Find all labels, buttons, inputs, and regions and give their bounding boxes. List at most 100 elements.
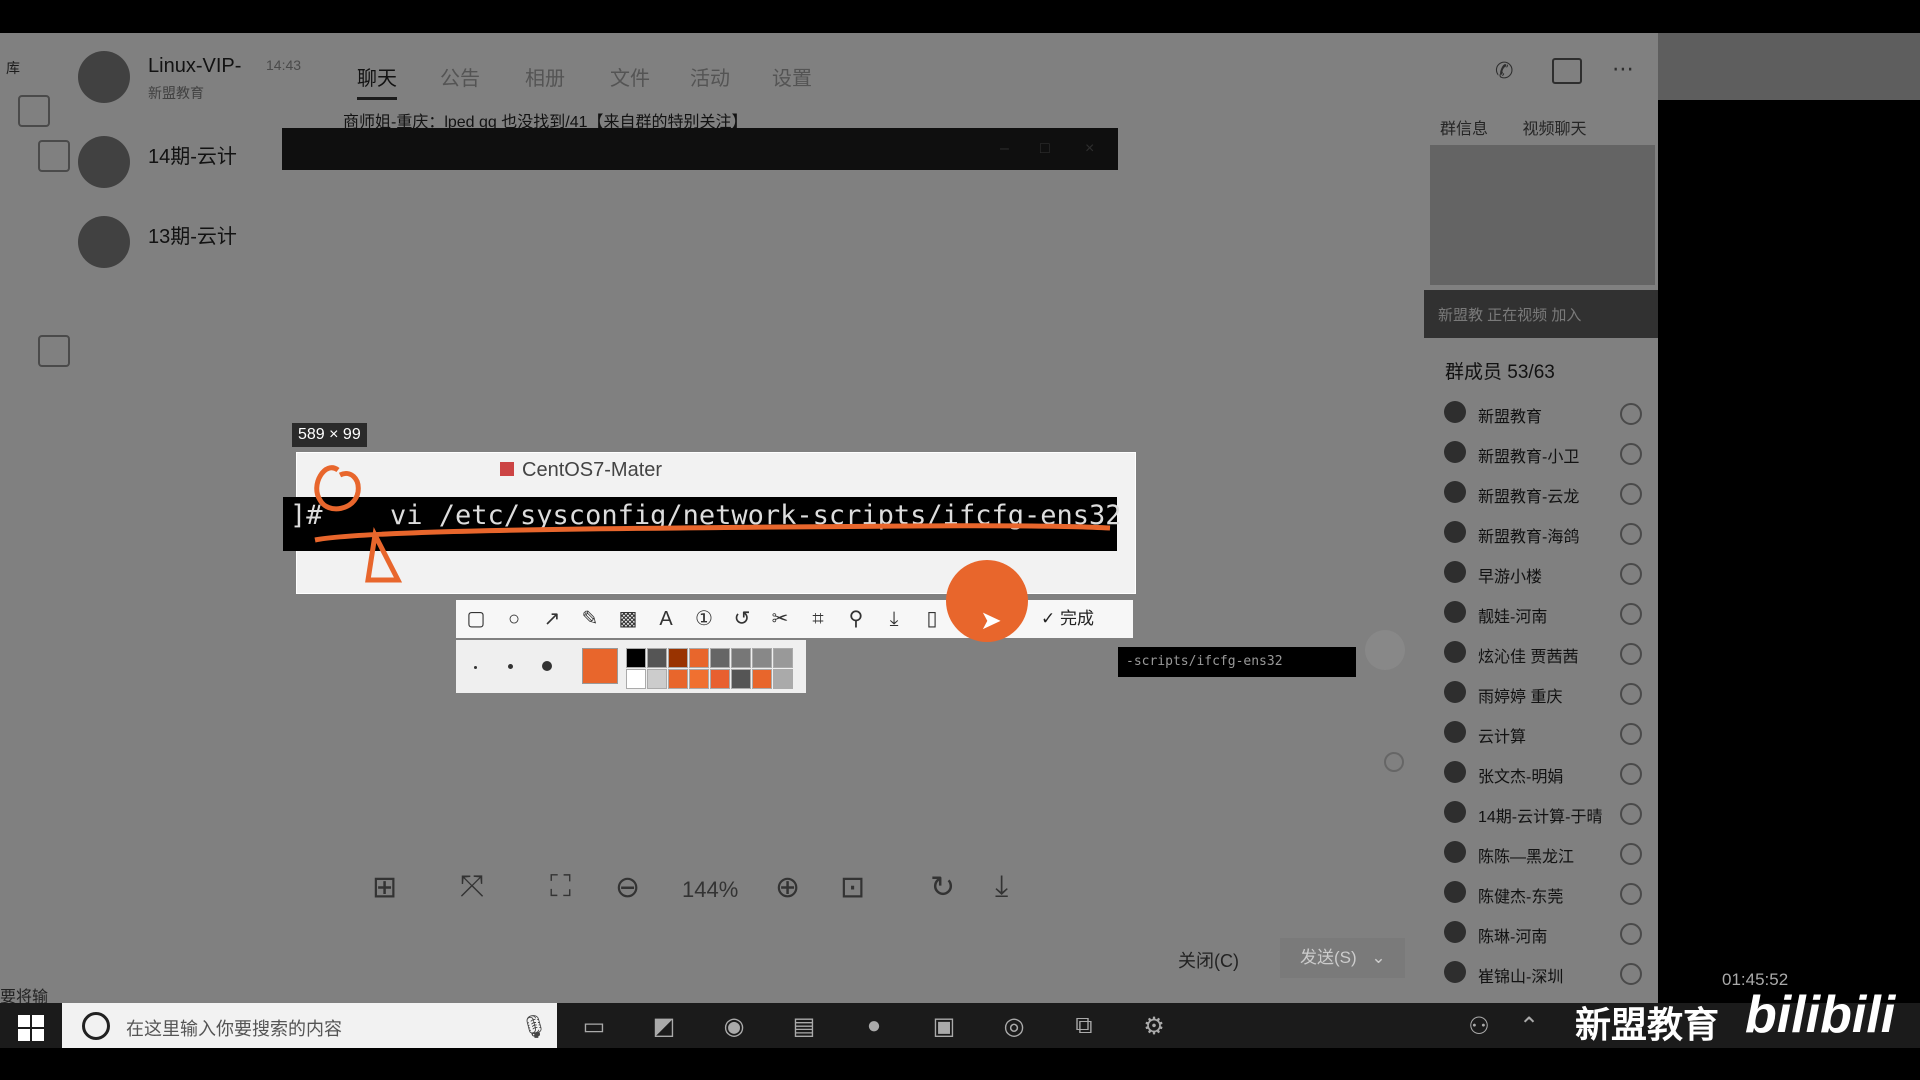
close-button[interactable]: 关闭(C) [1178,947,1239,973]
member-item[interactable]: 新盟教育 [1440,395,1650,433]
color-swatch[interactable] [773,648,793,668]
conversation-item[interactable]: Linux-VIP- 新盟教育 14:43 [70,45,301,115]
microphone-icon[interactable]: 🎙 [520,1014,548,1040]
close-icon[interactable]: × [1085,140,1101,157]
save-icon[interactable]: ⤓ [995,870,1008,904]
brush-size-large[interactable] [542,661,552,671]
fit-window-icon[interactable]: ⤧ [460,870,484,904]
member-item[interactable]: 炫沁佳 贾茜茜 [1440,635,1650,673]
member-status-icon [1620,723,1642,745]
conversation-item[interactable]: 13期-云计 [70,210,280,280]
pen-tool-icon[interactable]: ✎ [576,605,604,633]
member-item[interactable]: 陈陈—黑龙江 [1440,835,1650,873]
member-item[interactable]: 14期-云计算-于晴 [1440,795,1650,833]
member-item[interactable]: 靓娃-河南 [1440,595,1650,633]
tab-activity[interactable]: 活动 [690,62,730,91]
color-swatch[interactable] [626,669,646,689]
member-item[interactable]: 新盟教育-小卫 [1440,435,1650,473]
add-member-icon[interactable] [1552,58,1582,84]
vmware-icon[interactable]: ⧉ [1070,1012,1098,1040]
conversation-item[interactable]: 14期-云计 [70,130,280,200]
rectangle-tool-icon[interactable]: ▢ [462,605,490,633]
arrow-tool-icon[interactable]: ↗ [538,605,566,633]
current-color-swatch[interactable] [582,648,618,684]
member-status-icon [1620,603,1642,625]
actual-size-icon[interactable]: ⊡ [840,870,865,905]
send-button[interactable]: 发送(S) ⌄ [1280,938,1405,978]
tab-settings[interactable]: 设置 [772,62,812,91]
member-item[interactable]: 崔锦山-深圳 [1440,955,1650,993]
video-app-icon[interactable]: ▣ [930,1012,958,1040]
tab-album[interactable]: 相册 [525,62,565,91]
member-name: 新盟教育-小卫 [1478,449,1580,466]
qq-icon[interactable]: ● [860,1012,888,1040]
color-swatch[interactable] [710,669,730,689]
color-swatch[interactable] [668,669,688,689]
brush-size-small[interactable] [474,666,477,669]
thumbnail-grid-icon[interactable]: ⊞ [372,870,397,905]
color-swatch[interactable] [668,648,688,668]
number-tool-icon[interactable]: ① [690,605,718,633]
color-swatch[interactable] [752,648,772,668]
member-item[interactable]: 新盟教育-云龙 [1440,475,1650,513]
more-icon[interactable]: ⋯ [1612,56,1634,82]
color-swatch[interactable] [689,648,709,668]
color-swatch[interactable] [773,669,793,689]
ellipse-tool-icon[interactable]: ○ [500,605,528,633]
member-item[interactable]: 云计算 [1440,715,1650,753]
bilibili-watermark: bilibili [1745,986,1896,1044]
minimize-icon[interactable]: – [1000,140,1016,157]
color-swatch[interactable] [731,669,751,689]
fullscreen-icon[interactable]: ⛶ [550,870,571,904]
tab-group-info[interactable]: 群信息 [1440,121,1488,138]
color-swatch[interactable] [731,648,751,668]
undo-icon[interactable]: ↺ [728,605,756,633]
color-swatch[interactable] [647,648,667,668]
zoom-out-icon[interactable]: ⊖ [615,870,640,905]
download-icon[interactable]: ⤓ [880,605,908,633]
settings-gear-icon[interactable]: ⚙ [1140,1012,1168,1040]
rail-icon-1[interactable] [18,95,50,127]
zoom-in-icon[interactable]: ⊕ [775,870,800,905]
brush-size-medium[interactable] [508,664,513,669]
text-tool-icon[interactable]: A [652,605,680,633]
member-item[interactable]: 早游小楼 [1440,555,1650,593]
member-item[interactable]: 雨婷婷 重庆 [1440,675,1650,713]
member-item[interactable]: 陈琳-河南 [1440,915,1650,953]
color-swatch[interactable] [689,669,709,689]
rail-icon-2[interactable] [38,140,70,172]
capture-icon[interactable]: ⌗ [804,605,832,633]
rail-icon-3[interactable] [38,335,70,367]
member-item[interactable]: 新盟教育-海鸽 [1440,515,1650,553]
tab-announcement[interactable]: 公告 [440,62,480,91]
phone-send-icon[interactable]: ▯ [918,605,946,633]
mosaic-tool-icon[interactable]: ▩ [614,605,642,633]
color-swatch[interactable] [647,669,667,689]
windows-start-icon[interactable] [18,1015,44,1041]
phone-icon[interactable]: ✆ [1495,58,1513,84]
tab-files[interactable]: 文件 [610,62,650,91]
scissors-icon[interactable]: ✂ [766,605,794,633]
people-icon[interactable]: ⚇ [1465,1012,1493,1040]
task-view-icon[interactable]: ▭ [580,1012,608,1040]
file-explorer-icon[interactable]: ▤ [790,1012,818,1040]
firefox-icon[interactable]: ◉ [720,1012,748,1040]
color-swatch[interactable] [626,648,646,668]
color-swatch[interactable] [710,648,730,668]
sticky-notes-icon[interactable]: ◩ [650,1012,678,1040]
rotate-icon[interactable]: ↻ [930,870,955,905]
avatar [78,136,130,188]
tab-video-chat[interactable]: 视频聊天 [1522,121,1586,138]
tab-chat[interactable]: 聊天 [357,62,397,100]
avatar [1444,801,1466,823]
video-chat-bar[interactable]: 新盟教 正在视频 加入 [1424,290,1658,338]
pin-icon[interactable]: ⚲ [842,605,870,633]
member-item[interactable]: 张文杰-明娟 [1440,755,1650,793]
app-icon[interactable]: ◎ [1000,1012,1028,1040]
chevron-up-icon[interactable]: ⌃ [1515,1012,1543,1040]
conversation-title: Linux-VIP- [148,55,242,77]
maximize-icon[interactable]: □ [1040,140,1056,157]
color-swatch[interactable] [752,669,772,689]
member-item[interactable]: 陈健杰-东莞 [1440,875,1650,913]
done-button[interactable]: ✓ 完成 [1041,605,1094,633]
